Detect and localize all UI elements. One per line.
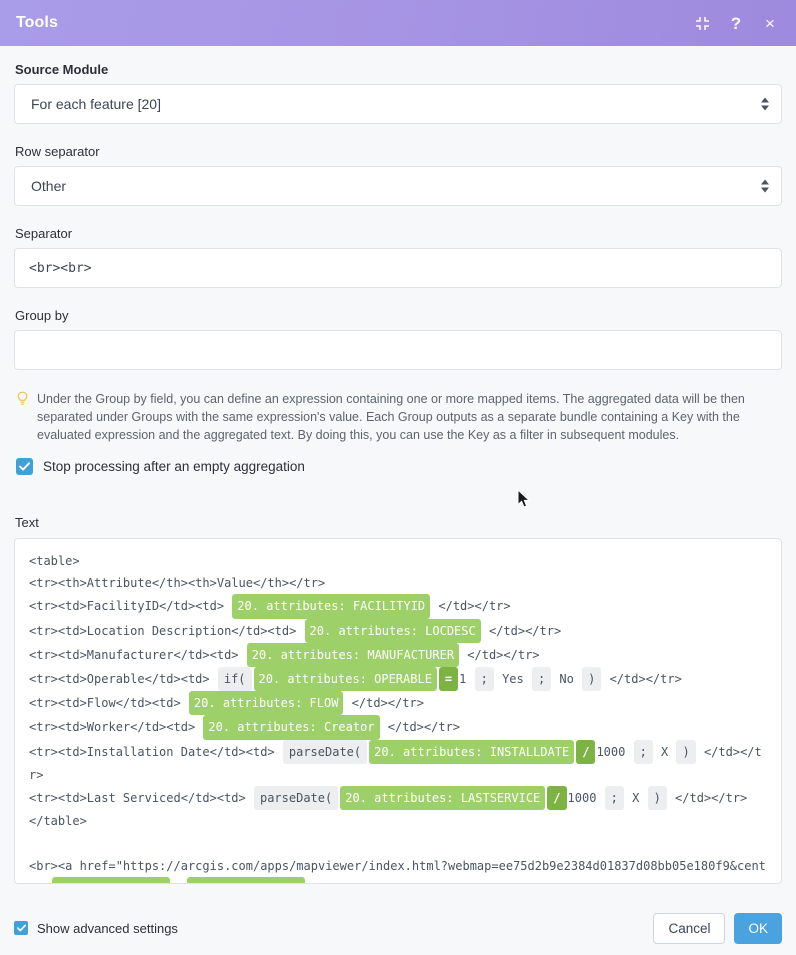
show-advanced-label: Show advanced settings xyxy=(37,921,178,936)
mapped-item-tag[interactable]: 20. attributes: OPERABLE xyxy=(254,667,437,691)
lightbulb-icon xyxy=(16,391,29,444)
source-module-select[interactable]: For each feature [20] xyxy=(14,84,782,124)
show-advanced-checkbox[interactable] xyxy=(14,921,28,935)
code-text: </td></tr> xyxy=(344,696,423,710)
code-text: , xyxy=(171,882,185,884)
row-separator-field: Other xyxy=(14,166,782,206)
code-line: <br><a href="https://arcgis.com/apps/map… xyxy=(29,855,767,884)
function-token[interactable]: ) xyxy=(648,786,667,810)
code-text: X xyxy=(625,791,647,805)
code-text: <tr><td>Manufacturer</td><td> xyxy=(29,648,246,662)
mapped-item-tag[interactable]: 20. attributes: FLOW xyxy=(189,691,344,715)
code-line: <tr><td>Location Description</td><td> 20… xyxy=(29,619,767,643)
code-text: 1000 xyxy=(568,791,604,805)
code-line: <table> xyxy=(29,550,767,572)
window-titlebar: Tools ? × xyxy=(0,0,796,46)
mapped-item-tag[interactable]: 20. geometry: x xyxy=(52,877,170,884)
function-token[interactable]: ; xyxy=(634,740,653,764)
code-text: <tr><td>Worker</td><td> xyxy=(29,720,202,734)
dialog-footer: Show advanced settings Cancel OK xyxy=(0,901,796,955)
mapped-item-tag[interactable]: 20. attributes: MANUFACTURER xyxy=(247,643,459,667)
titlebar-actions: ? × xyxy=(692,13,780,33)
code-text: <tr><td>Flow</td><td> xyxy=(29,696,188,710)
code-text: </table> xyxy=(29,814,87,828)
code-text: </td></tr> xyxy=(668,791,747,805)
code-text: <tr><td>Operable</td><td> xyxy=(29,672,217,686)
source-module-label: Source Module xyxy=(15,62,782,77)
code-text: <tr><td>FacilityID</td><td> xyxy=(29,599,231,613)
code-text: <tr><td>Installation Date</td><td> xyxy=(29,745,282,759)
function-token[interactable]: ; xyxy=(605,786,624,810)
code-text: </td></tr> xyxy=(431,599,510,613)
text-label: Text xyxy=(15,515,782,530)
code-text: 1 xyxy=(459,672,473,686)
code-line: <tr><td>Worker</td><td> 20. attributes: … xyxy=(29,715,767,739)
function-token[interactable]: ; xyxy=(475,667,494,691)
collapse-icon[interactable] xyxy=(692,13,712,33)
function-token[interactable]: parseDate( xyxy=(254,786,338,810)
code-text: </td></tr> xyxy=(482,624,561,638)
stop-processing-checkbox[interactable] xyxy=(16,458,33,475)
code-text: Yes xyxy=(495,672,531,686)
code-text: &level=20">Open in Map Viewer</a> xyxy=(306,882,544,884)
code-line: <tr><td>Flow</td><td> 20. attributes: FL… xyxy=(29,691,767,715)
mapped-item-tag[interactable]: 20. attributes: LOCDESC xyxy=(305,619,481,643)
code-line: <tr><td>Last Serviced</td><td> parseDate… xyxy=(29,786,767,810)
dialog-content: Source Module For each feature [20] Row … xyxy=(0,46,796,901)
function-token[interactable]: ) xyxy=(582,667,601,691)
stop-processing-label: Stop processing after an empty aggregati… xyxy=(43,459,305,474)
mapped-item-tag[interactable]: 20. attributes: FACILITYID xyxy=(232,594,430,618)
close-icon[interactable]: × xyxy=(760,13,780,33)
group-by-label: Group by xyxy=(15,308,782,323)
hint-text: Under the Group by field, you can define… xyxy=(37,390,762,444)
help-icon[interactable]: ? xyxy=(726,13,746,33)
row-separator-label: Row separator xyxy=(15,144,782,159)
code-text: <tr><th>Attribute</th><th>Value</th></tr… xyxy=(29,576,325,590)
source-module-value: For each feature [20] xyxy=(31,96,161,112)
code-line: <tr><td>Installation Date</td><td> parse… xyxy=(29,740,767,786)
ok-button[interactable]: OK xyxy=(734,913,782,944)
code-line: <tr><td>Manufacturer</td><td> 20. attrib… xyxy=(29,643,767,667)
function-token[interactable]: parseDate( xyxy=(283,740,367,764)
code-text: No xyxy=(552,672,581,686)
cancel-button[interactable]: Cancel xyxy=(653,913,725,944)
code-line: <tr><th>Attribute</th><th>Value</th></tr… xyxy=(29,572,767,594)
function-token[interactable]: ; xyxy=(532,667,551,691)
row-separator-select[interactable]: Other xyxy=(14,166,782,206)
code-text: <tr><td>Last Serviced</td><td> xyxy=(29,791,253,805)
mapped-item-tag[interactable]: 20. geometry: y xyxy=(187,877,305,884)
operator-token[interactable]: = xyxy=(439,667,458,691)
separator-input[interactable]: <br><br> xyxy=(14,248,782,288)
code-text: <tr><td>Location Description</td><td> xyxy=(29,624,304,638)
footer-buttons: Cancel OK xyxy=(653,913,782,944)
row-separator-value: Other xyxy=(31,178,66,194)
mapped-item-tag[interactable]: 20. attributes: INSTALLDATE xyxy=(369,740,574,764)
separator-label: Separator xyxy=(15,226,782,241)
operator-token[interactable]: / xyxy=(576,740,595,764)
code-text: 1000 xyxy=(596,745,632,759)
operator-token[interactable]: / xyxy=(547,786,566,810)
code-text: <table> xyxy=(29,554,80,568)
window-title: Tools xyxy=(16,14,58,32)
code-text: </td></tr> xyxy=(602,672,681,686)
code-line: </table> xyxy=(29,810,767,832)
code-text: </td></tr> xyxy=(460,648,539,662)
stop-processing-row[interactable]: Stop processing after an empty aggregati… xyxy=(16,458,782,475)
function-token[interactable]: ) xyxy=(676,740,695,764)
code-text: </td></tr> xyxy=(381,720,460,734)
mapped-item-tag[interactable]: 20. attributes: Creator xyxy=(203,715,379,739)
function-token[interactable]: if( xyxy=(218,667,252,691)
code-line: <tr><td>Operable</td><td> if(20. attribu… xyxy=(29,667,767,691)
text-code-editor[interactable]: <table> <tr><th>Attribute</th><th>Value</… xyxy=(14,538,782,884)
code-line xyxy=(29,832,767,854)
code-line: <tr><td>FacilityID</td><td> 20. attribut… xyxy=(29,594,767,618)
code-text: X xyxy=(654,745,676,759)
source-module-field: For each feature [20] xyxy=(14,84,782,124)
spacer xyxy=(14,483,782,515)
group-by-hint: Under the Group by field, you can define… xyxy=(16,390,782,444)
mapped-item-tag[interactable]: 20. attributes: LASTSERVICE xyxy=(340,786,545,810)
group-by-input[interactable] xyxy=(14,330,782,370)
show-advanced-row[interactable]: Show advanced settings xyxy=(14,921,178,936)
